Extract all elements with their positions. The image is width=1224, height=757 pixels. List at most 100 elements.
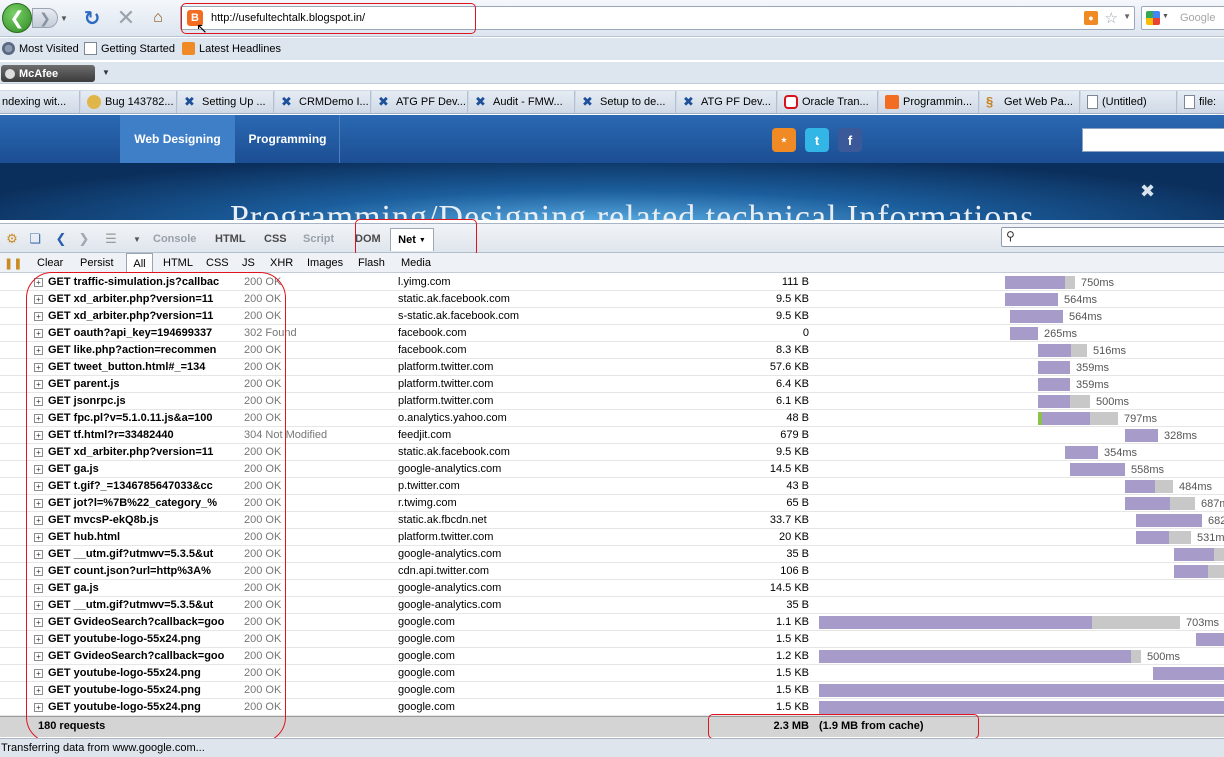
bug-icon [87, 95, 101, 109]
filter-css[interactable]: CSS [206, 257, 229, 269]
rss-icon[interactable]: ● [1084, 11, 1098, 25]
site-nav-programming[interactable]: Programming [236, 115, 340, 163]
page-icon [84, 42, 97, 55]
request-size: 1.5 KB [775, 701, 809, 713]
chevron-down-icon[interactable]: ▼ [1162, 13, 1169, 20]
tab-item[interactable]: Oracle Tran... [778, 91, 878, 113]
tab-label: file: [1199, 96, 1217, 108]
firebug-icon[interactable]: ⚙ [3, 230, 21, 248]
tab-item[interactable]: file: [1178, 91, 1224, 113]
bookmark-getting-started[interactable]: Getting Started [84, 42, 175, 55]
rss-icon[interactable]: ⋆ [772, 128, 796, 152]
search-box[interactable]: ▼ Google [1141, 6, 1224, 30]
request-time: 516ms [1093, 345, 1127, 357]
tab-item[interactable]: ✖ CRMDemo I... [275, 91, 371, 113]
timeline-receive-bar [1038, 344, 1071, 357]
inspect-icon[interactable]: ❏ [26, 230, 44, 248]
facebook-icon[interactable]: f [838, 128, 862, 152]
bookmark-label: Latest Headlines [199, 42, 281, 55]
timeline-receive-bar [1005, 293, 1058, 306]
home-button[interactable]: ⌂ [146, 6, 170, 30]
mcafee-label: McAfee [19, 67, 59, 80]
tab-label: CRMDemo I... [299, 96, 369, 108]
site-search-input[interactable] [1082, 128, 1224, 152]
timeline-receive-bar [1042, 412, 1090, 425]
twitter-icon[interactable]: t [805, 128, 829, 152]
request-domain: google-analytics.com [398, 582, 502, 594]
tab-item[interactable]: Bug 143782... [81, 91, 177, 113]
back-arrow-icon: ❮ [9, 7, 25, 28]
site-nav-label: Web Designing [134, 132, 221, 146]
tab-html[interactable]: HTML [215, 233, 246, 245]
tab-item[interactable]: ✖ Setting Up ... [178, 91, 274, 113]
timeline-receive-bar [1038, 361, 1070, 374]
chevron-down-icon[interactable]: ▼ [102, 68, 110, 77]
chevron-down-icon[interactable]: ▼ [128, 230, 146, 248]
shield-icon [5, 68, 15, 79]
request-domain: l.yimg.com [398, 276, 451, 288]
firebug-search-input[interactable]: ⚲ [1001, 227, 1224, 247]
pause-icon[interactable]: ❚❚ [4, 257, 22, 270]
tab-label: ATG PF Dev... [396, 96, 466, 108]
request-size: 33.7 KB [769, 514, 809, 526]
bookmark-latest-headlines[interactable]: Latest Headlines [182, 42, 281, 55]
timeline-receive-bar [819, 650, 1131, 663]
status-text: Transferring data from www.google.com... [1, 742, 205, 754]
request-domain: platform.twitter.com [398, 361, 494, 373]
filter-media[interactable]: Media [401, 257, 431, 269]
filter-html[interactable]: HTML [163, 257, 193, 269]
filter-flash[interactable]: Flash [358, 257, 385, 269]
history-dropdown-button[interactable]: ▼ [58, 10, 70, 26]
stop-button[interactable]: ✕ [114, 5, 138, 30]
bookmark-most-visited[interactable]: Most Visited [2, 42, 79, 55]
back-arrow-icon[interactable]: ❮ [52, 230, 70, 248]
timeline-receive-bar [1125, 480, 1155, 493]
tab-item[interactable]: (Untitled) [1081, 91, 1177, 113]
tab-item[interactable]: Programmin... [879, 91, 979, 113]
bookmarks-toolbar: Most Visited Getting Started Latest Head… [0, 38, 1224, 60]
tab-css[interactable]: CSS [264, 233, 287, 245]
site-nav-web-designing[interactable]: Web Designing [120, 115, 235, 163]
forward-arrow-icon[interactable]: ❯ [75, 230, 93, 248]
tab-script[interactable]: Script [303, 233, 334, 245]
menu-icon[interactable]: ☰ [102, 230, 120, 248]
tab-item[interactable]: § Get Web Pa... [980, 91, 1080, 113]
back-button[interactable]: ❮ [2, 3, 32, 33]
atg-icon: ✖ [582, 94, 593, 109]
filter-js[interactable]: JS [242, 257, 255, 269]
atg-icon: ✖ [475, 94, 486, 109]
mcafee-button[interactable]: McAfee [1, 65, 95, 82]
chevron-down-icon[interactable]: ▼ [1123, 12, 1131, 21]
tab-item[interactable]: ✖ ATG PF Dev... [677, 91, 777, 113]
request-size: 35 B [786, 599, 809, 611]
request-size: 6.1 KB [775, 395, 809, 407]
filter-images[interactable]: Images [307, 257, 343, 269]
tab-bar: ndexing wit... Bug 143782... ✖ Setting Up… [0, 90, 1224, 114]
google-icon[interactable] [1146, 11, 1160, 25]
tab-item[interactable]: ✖ Setup to de... [576, 91, 676, 113]
timeline-receive-bar [1070, 463, 1125, 476]
timeline-wait-bar [1169, 531, 1191, 544]
request-time: 564ms [1064, 294, 1098, 306]
forward-button[interactable]: ❯ [32, 8, 58, 28]
site-nav-label: Programming [248, 132, 327, 146]
reload-button[interactable]: ↻ [80, 6, 104, 30]
tab-console[interactable]: Console [153, 233, 196, 245]
request-domain: facebook.com [398, 327, 467, 339]
filter-all[interactable]: All [126, 253, 153, 273]
request-size: 65 B [786, 497, 809, 509]
bookmark-star-icon[interactable]: ☆ [1105, 9, 1118, 27]
persist-button[interactable]: Persist [80, 257, 114, 269]
tab-item[interactable]: ✖ ATG PF Dev... [372, 91, 468, 113]
clear-button[interactable]: Clear [37, 257, 63, 269]
status-bar: Transferring data from www.google.com... [0, 738, 1224, 757]
tab-label: (Untitled) [1102, 96, 1147, 108]
tab-item[interactable]: ✖ Audit - FMW... [469, 91, 575, 113]
tab-item[interactable]: ndexing wit... [0, 91, 80, 113]
timeline-wait-bar [1155, 480, 1173, 493]
request-domain: platform.twitter.com [398, 531, 494, 543]
request-domain: google.com [398, 667, 455, 679]
request-size: 9.5 KB [775, 310, 809, 322]
filter-xhr[interactable]: XHR [270, 257, 293, 269]
request-size: 14.5 KB [769, 582, 809, 594]
